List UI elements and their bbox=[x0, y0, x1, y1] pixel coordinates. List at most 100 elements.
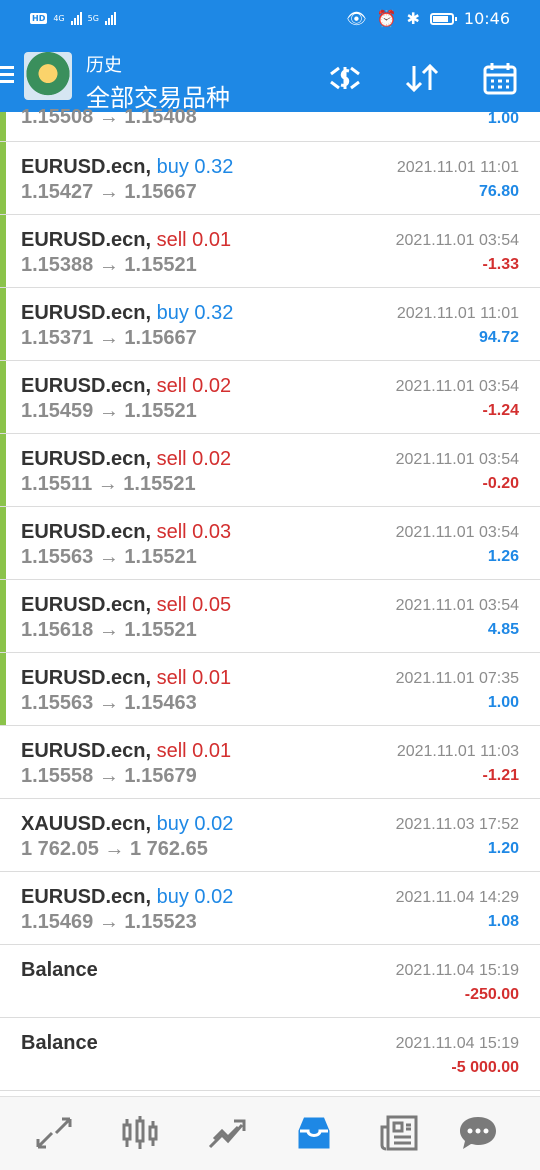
trade-title: EURUSD.ecn, sell 0.02 bbox=[21, 448, 231, 471]
price-range: 1.15371 → 1.15667 bbox=[21, 327, 197, 349]
symbol-label: EURUSD.ecn, bbox=[21, 302, 152, 324]
profit-value: 1.08 bbox=[487, 913, 519, 930]
symbol-label: Balance bbox=[21, 1032, 98, 1054]
signal-icon bbox=[70, 11, 82, 25]
trade-title: EURUSD.ecn, sell 0.02 bbox=[21, 375, 231, 398]
symbol-label: XAUUSD.ecn, bbox=[21, 813, 152, 835]
action-label: sell 0.02 bbox=[156, 375, 232, 397]
trade-icon[interactable] bbox=[204, 1113, 248, 1153]
timestamp: 2021.11.01 07:35 bbox=[395, 670, 519, 687]
hd-badge: HD bbox=[30, 12, 48, 24]
profit-value: -1.33 bbox=[482, 256, 519, 273]
action-label: sell 0.03 bbox=[156, 521, 232, 543]
profit-value: 1.00 bbox=[487, 694, 519, 711]
timestamp: 2021.11.01 11:03 bbox=[396, 743, 519, 760]
profit-value: -0.20 bbox=[482, 475, 519, 492]
history-list: 1.15508 → 1.15408 1.00 EURUSD.ecn, buy 0… bbox=[0, 106, 540, 1091]
battery-icon bbox=[429, 12, 457, 25]
action-label: buy 0.02 bbox=[156, 886, 234, 908]
profit-value: 1.20 bbox=[487, 840, 519, 857]
profit-value: -1.24 bbox=[482, 402, 519, 419]
symbol-label: EURUSD.ecn, bbox=[21, 594, 152, 616]
timestamp: 2021.11.04 15:19 bbox=[395, 1035, 519, 1052]
list-item[interactable]: EURUSD.ecn, buy 0.02 1.15469 → 1.15523 2… bbox=[0, 872, 540, 945]
symbol-label: EURUSD.ecn, bbox=[21, 521, 152, 543]
trade-title: EURUSD.ecn, buy 0.02 bbox=[21, 886, 233, 909]
trade-title: EURUSD.ecn, sell 0.01 bbox=[21, 229, 231, 252]
menu-icon[interactable] bbox=[0, 66, 14, 84]
action-label: buy 0.32 bbox=[156, 156, 234, 178]
profit-value: 76.80 bbox=[478, 183, 519, 200]
bottom-nav bbox=[0, 1096, 540, 1170]
profit-value: -1.21 bbox=[482, 767, 519, 784]
timestamp: 2021.11.01 03:54 bbox=[395, 378, 519, 395]
action-label: buy 0.02 bbox=[156, 813, 234, 835]
timestamp: 2021.11.04 15:19 bbox=[395, 962, 519, 979]
price-range: 1.15558 → 1.15679 bbox=[21, 765, 197, 787]
chat-icon[interactable] bbox=[456, 1113, 500, 1153]
price-range: 1.15618 → 1.15521 bbox=[21, 619, 197, 641]
symbol-label: EURUSD.ecn, bbox=[21, 229, 152, 251]
status-bar: HD 4G 5G 👁 ⏰ ✱ 10:46 bbox=[0, 0, 540, 40]
action-label: sell 0.01 bbox=[156, 667, 232, 689]
list-item[interactable]: EURUSD.ecn, sell 0.02 1.15511 → 1.15521 … bbox=[0, 434, 540, 507]
list-item[interactable]: Balance 2021.11.04 15:19 -5 000.00 bbox=[0, 1018, 540, 1091]
app-bar: 历史 全部交易品种 bbox=[0, 40, 540, 112]
symbol-label: EURUSD.ecn, bbox=[21, 375, 152, 397]
trade-title: EURUSD.ecn, sell 0.01 bbox=[21, 667, 231, 690]
chart-icon[interactable] bbox=[118, 1113, 162, 1153]
trade-title: EURUSD.ecn, sell 0.03 bbox=[21, 521, 231, 544]
calendar-icon[interactable] bbox=[480, 60, 520, 96]
list-item[interactable]: XAUUSD.ecn, buy 0.02 1 762.05 → 1 762.65… bbox=[0, 799, 540, 872]
timestamp: 2021.11.01 03:54 bbox=[395, 232, 519, 249]
list-item[interactable]: EURUSD.ecn, sell 0.01 1.15563 → 1.15463 … bbox=[0, 653, 540, 726]
list-item[interactable]: 1.15508 → 1.15408 1.00 bbox=[0, 106, 540, 142]
profit-value: 1.00 bbox=[487, 110, 519, 127]
price-range: 1.15563 → 1.15521 bbox=[21, 546, 197, 568]
profit-value: 94.72 bbox=[478, 329, 519, 346]
list-item[interactable]: EURUSD.ecn, sell 0.02 1.15459 → 1.15521 … bbox=[0, 361, 540, 434]
network-4g-label: 4G bbox=[53, 13, 65, 23]
timestamp: 2021.11.01 03:54 bbox=[395, 524, 519, 541]
list-item[interactable]: EURUSD.ecn, buy 0.32 1.15427 → 1.15667 2… bbox=[0, 142, 540, 215]
timestamp: 2021.11.03 17:52 bbox=[395, 816, 519, 833]
list-item[interactable]: Balance 2021.11.04 15:19 -250.00 bbox=[0, 945, 540, 1018]
list-item[interactable]: EURUSD.ecn, sell 0.01 1.15558 → 1.15679 … bbox=[0, 726, 540, 799]
sort-icon[interactable] bbox=[402, 60, 442, 96]
quotes-icon[interactable] bbox=[32, 1113, 76, 1153]
trade-title: EURUSD.ecn, sell 0.05 bbox=[21, 594, 231, 617]
profit-value: -5 000.00 bbox=[451, 1059, 519, 1076]
trade-title: Balance bbox=[21, 959, 98, 982]
signal-icon bbox=[104, 11, 116, 25]
action-label: sell 0.02 bbox=[156, 448, 232, 470]
clock-time: 10:46 bbox=[463, 9, 510, 28]
symbol-label: EURUSD.ecn, bbox=[21, 667, 152, 689]
news-icon[interactable] bbox=[378, 1113, 422, 1153]
price-range: 1.15459 → 1.15521 bbox=[21, 400, 197, 422]
trade-title: Balance bbox=[21, 1032, 98, 1055]
action-label: sell 0.01 bbox=[156, 229, 232, 251]
currency-exchange-icon[interactable] bbox=[325, 60, 365, 96]
profit-value: 4.85 bbox=[487, 621, 519, 638]
trade-title: EURUSD.ecn, sell 0.01 bbox=[21, 740, 231, 763]
page-title: 历史 bbox=[86, 55, 122, 76]
list-item[interactable]: EURUSD.ecn, sell 0.01 1.15388 → 1.15521 … bbox=[0, 215, 540, 288]
network-5g-label: 5G bbox=[87, 13, 99, 23]
price-range: 1.15508 → 1.15408 bbox=[21, 106, 197, 128]
list-item[interactable]: EURUSD.ecn, sell 0.03 1.15563 → 1.15521 … bbox=[0, 507, 540, 580]
price-range: 1.15469 → 1.15523 bbox=[21, 911, 197, 933]
price-range: 1.15511 → 1.15521 bbox=[21, 473, 196, 495]
trade-title: XAUUSD.ecn, buy 0.02 bbox=[21, 813, 233, 836]
trade-title: EURUSD.ecn, buy 0.32 bbox=[21, 156, 233, 179]
trade-title: EURUSD.ecn, buy 0.32 bbox=[21, 302, 233, 325]
list-item[interactable]: EURUSD.ecn, buy 0.32 1.15371 → 1.15667 2… bbox=[0, 288, 540, 361]
timestamp: 2021.11.01 03:54 bbox=[395, 451, 519, 468]
timestamp: 2021.11.04 14:29 bbox=[395, 889, 519, 906]
alarm-icon: ⏰ bbox=[376, 9, 397, 28]
status-left: HD 4G 5G bbox=[30, 11, 116, 25]
status-right: 👁 ⏰ ✱ 10:46 bbox=[346, 9, 510, 28]
bluetooth-icon: ✱ bbox=[406, 9, 420, 28]
list-item[interactable]: EURUSD.ecn, sell 0.05 1.15618 → 1.15521 … bbox=[0, 580, 540, 653]
symbol-label: EURUSD.ecn, bbox=[21, 886, 152, 908]
history-icon[interactable] bbox=[292, 1113, 336, 1153]
